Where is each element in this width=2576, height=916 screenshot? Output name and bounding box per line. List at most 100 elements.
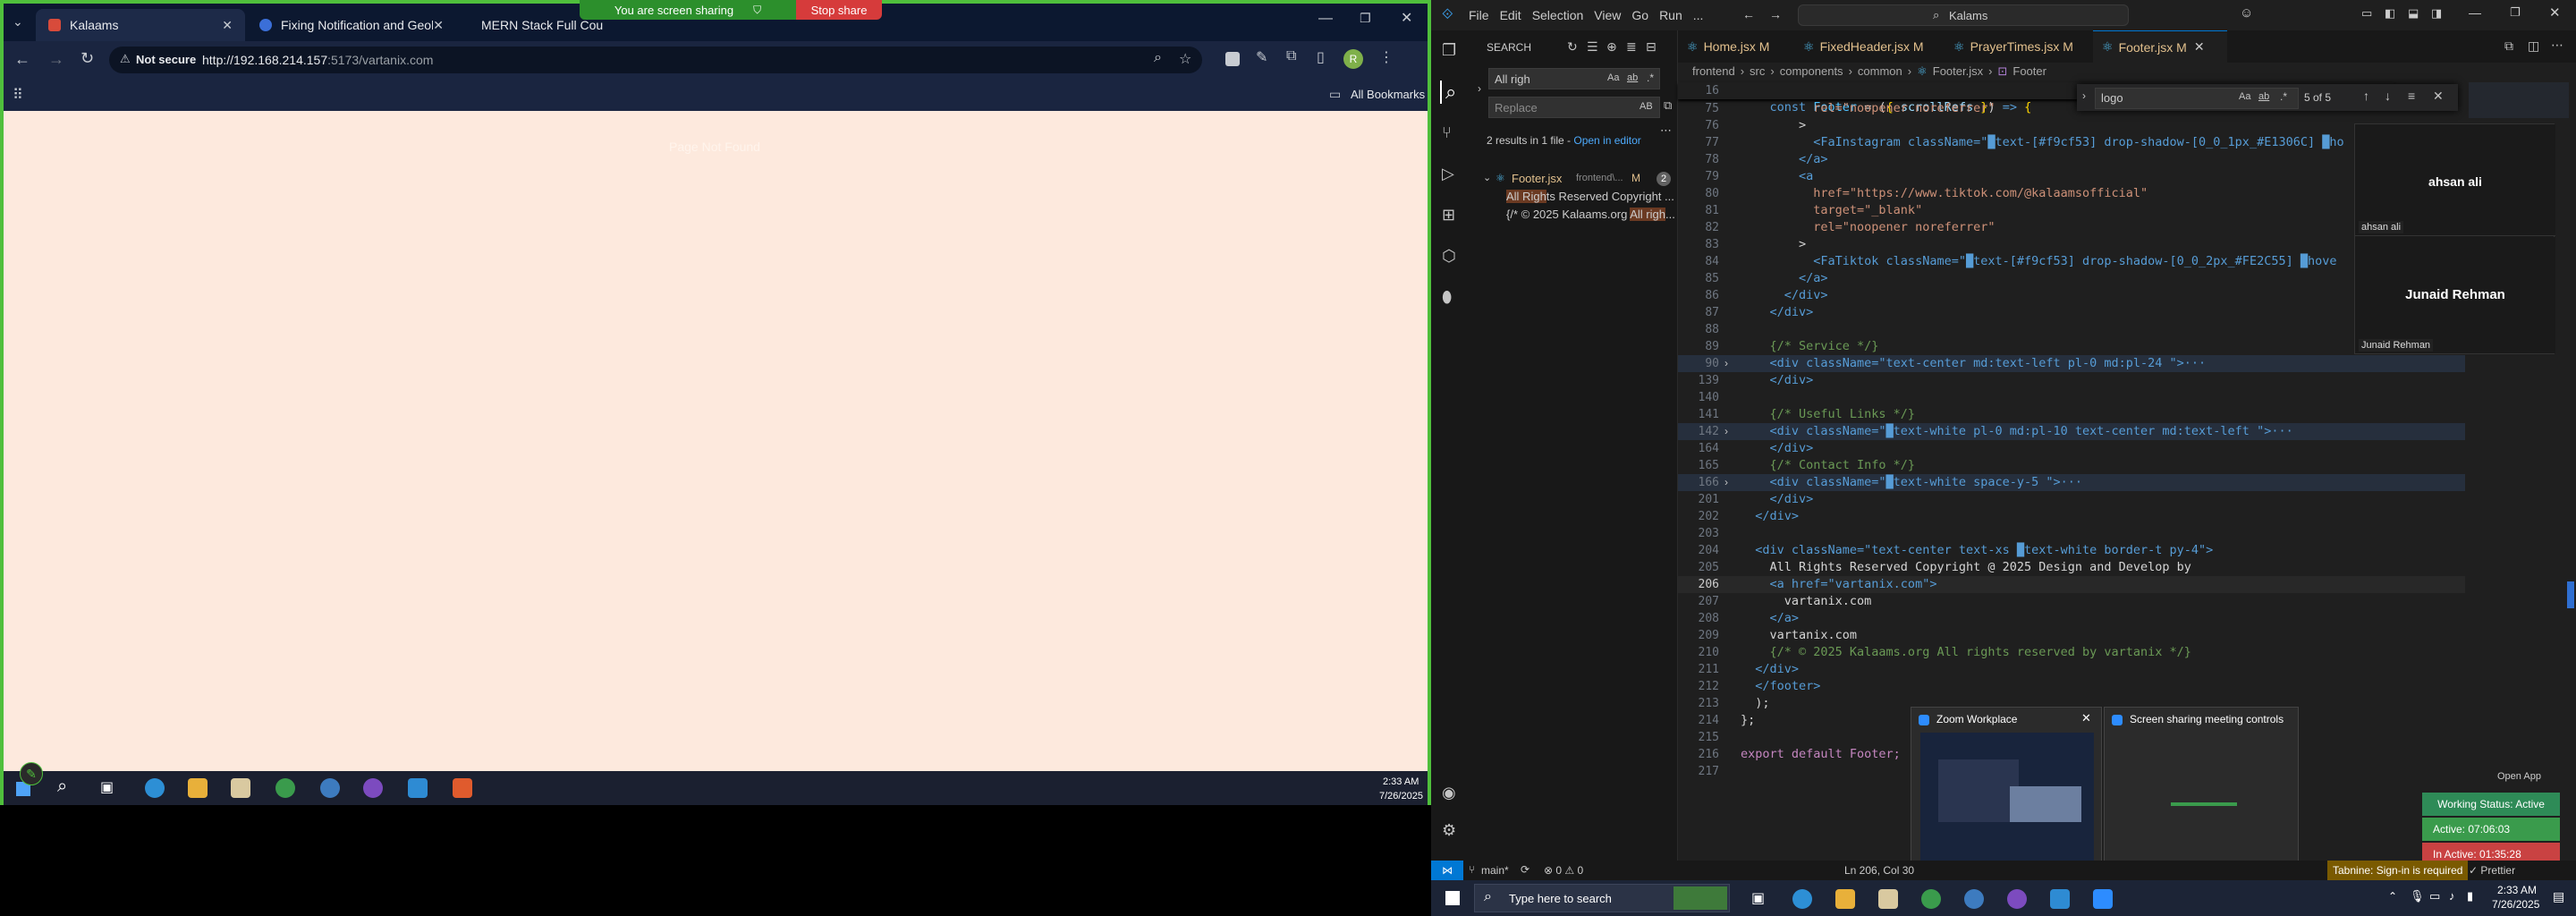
clock-time[interactable]: 2:33 AM (2497, 884, 2537, 896)
code-line[interactable]: 75 rel="noopener noreferrer" (1678, 100, 2465, 117)
windows-start-icon[interactable] (1445, 891, 1460, 905)
code-line[interactable]: 139 </div> (1678, 372, 2465, 389)
tray-chevron-icon[interactable]: ⌃ (2388, 890, 2397, 903)
vscode-icon[interactable] (2050, 889, 2070, 909)
vscode-icon[interactable] (408, 778, 428, 798)
puzzle-icon[interactable]: ⧉ (1286, 48, 1296, 64)
zoom-icon[interactable] (453, 778, 472, 798)
back-icon[interactable]: ← (14, 50, 30, 69)
preserve-case-icon[interactable]: AB (1640, 101, 1653, 112)
code-line[interactable]: 209 vartanix.com (1678, 627, 2465, 644)
toggle-details-icon[interactable]: ⋯ (1660, 123, 1672, 138)
menu-kebab-icon[interactable]: ⋮ (1379, 48, 1394, 66)
nav-forward-icon[interactable]: → (1769, 7, 1782, 21)
code-line[interactable]: 90 › <div className="text-center md:text-… (1678, 355, 2465, 372)
mongodb-leaf-icon[interactable]: ⬮ (1442, 288, 1452, 307)
sidebar-toggle-icon[interactable]: ◧ (2385, 6, 2395, 21)
forward-icon[interactable]: → (48, 50, 64, 69)
remote-icon[interactable]: ⋈ (1431, 861, 1463, 880)
code-line[interactable]: 88 (1678, 321, 2465, 338)
breadcrumb-item[interactable]: Footer (2012, 64, 2046, 82)
menu-selection[interactable]: Selection (1532, 8, 1584, 22)
tab-footer[interactable]: ⚛ Footer.jsx M ✕ (2093, 30, 2227, 63)
code-line[interactable]: 141 {/* Useful Links */} (1678, 406, 2465, 423)
code-line[interactable]: 211 </div> (1678, 661, 2465, 678)
close-icon[interactable]: ✕ (433, 18, 444, 33)
breadcrumb-item[interactable]: src (1750, 64, 1765, 82)
code-line[interactable]: 165 {/* Contact Info */} (1678, 457, 2465, 474)
restore-icon[interactable]: ❐ (2510, 5, 2521, 20)
account-icon[interactable]: ◉ (1442, 784, 1456, 802)
fold-chevron-icon[interactable]: › (1724, 474, 1728, 491)
code-line[interactable]: 204 <div className="text-center text-xs … (1678, 542, 2465, 559)
task-view-icon[interactable]: ▣ (1751, 889, 1765, 907)
github-icon[interactable] (2007, 889, 2027, 909)
network-icon[interactable]: ▭ (2429, 889, 2440, 903)
secondary-sidebar-icon[interactable]: ◨ (2431, 6, 2442, 21)
task-view-icon[interactable]: ▣ (100, 778, 114, 796)
code-line[interactable]: 212 </footer> (1678, 678, 2465, 695)
scrollbar[interactable] (2567, 581, 2574, 608)
participant-tile[interactable]: ahsan ali ahsan ali (2355, 124, 2555, 236)
refresh-icon[interactable]: ↻ (1567, 39, 1578, 55)
code-line[interactable]: 79 <a (1678, 168, 2465, 185)
search-result-item[interactable]: All Rights Reserved Copyright ... (1506, 190, 1676, 208)
menu-view[interactable]: View (1594, 8, 1621, 22)
gear-icon[interactable]: ⚙ (1442, 821, 1456, 840)
editor-split-icon[interactable]: ◫ (2528, 38, 2539, 54)
taskbar-search-input[interactable]: ⌕ Type here to search (1474, 884, 1730, 912)
bookmark-star-icon[interactable]: ☆ (1179, 50, 1191, 68)
close-window-icon[interactable]: ✕ (1401, 9, 1412, 27)
file-explorer-icon[interactable] (1835, 889, 1855, 909)
copilot-icon[interactable]: ☺ (2240, 5, 2253, 21)
chrome-icon[interactable] (275, 778, 295, 798)
sidepanel-icon[interactable]: ▯ (1317, 48, 1325, 66)
fold-chevron-icon[interactable]: › (1724, 355, 1728, 372)
clock-date[interactable]: 7/26/2025 (2492, 898, 2539, 911)
notification-icon[interactable]: ▤ (2553, 889, 2564, 904)
code-line[interactable]: 85 </a> (1678, 270, 2465, 287)
security-label[interactable]: Not secure (136, 53, 196, 66)
code-line[interactable]: 166 › <div className="█text-white space-y… (1678, 474, 2465, 491)
annotate-pen-icon[interactable]: ✎ (20, 762, 43, 785)
code-line[interactable]: 142 › <div className="█text-white pl-0 md… (1678, 423, 2465, 440)
nav-back-icon[interactable]: ← (1742, 7, 1755, 21)
match-case-icon[interactable]: Aa (1607, 72, 1619, 83)
toggle-replace-icon[interactable]: › (1478, 82, 1481, 95)
code-line[interactable]: 208 </a> (1678, 610, 2465, 627)
collapse-all-icon[interactable]: ⊟ (1646, 39, 1657, 55)
close-icon[interactable]: ✕ (2081, 711, 2091, 725)
zoom-search-icon[interactable]: ⌕ (1154, 50, 1162, 66)
code-line[interactable]: 140 (1678, 389, 2465, 406)
result-file-row[interactable]: ⌄ ⚛ Footer.jsx frontend\... M 2 (1481, 170, 1673, 188)
minimap[interactable] (2469, 82, 2569, 118)
menu-go[interactable]: Go (1631, 8, 1648, 22)
all-bookmarks-link[interactable]: All Bookmarks (1351, 88, 1425, 101)
code-line[interactable]: 87 </div> (1678, 304, 2465, 321)
tab-fixedheader[interactable]: ⚛ FixedHeader.jsx M (1794, 30, 1945, 63)
code-line[interactable]: 210 {/* © 2025 Kalaams.org All rights re… (1678, 644, 2465, 661)
more-actions-icon[interactable]: ⋯ (2551, 38, 2563, 53)
minimize-icon[interactable]: — (2469, 5, 2481, 20)
reload-icon[interactable]: ↻ (80, 49, 94, 68)
tab-prayertimes[interactable]: ⚛ PrayerTimes.jsx M (1945, 30, 2093, 63)
panel-toggle-icon[interactable]: ⬓ (2408, 6, 2419, 21)
code-line[interactable]: 164 </div> (1678, 440, 2465, 457)
close-icon[interactable]: ✕ (222, 18, 233, 33)
search-icon[interactable]: ⌕ (1440, 81, 1456, 104)
search-icon[interactable]: ⌕ (57, 776, 67, 797)
replace-all-icon[interactable]: ⧉ (1664, 98, 1672, 113)
open-in-editor-link[interactable]: Open in editor (1573, 134, 1640, 147)
file-explorer-icon[interactable] (188, 778, 208, 798)
tab-search-icon[interactable]: ⌄ (13, 14, 23, 30)
profile-avatar[interactable]: R (1343, 49, 1363, 69)
copilot-chat-icon[interactable]: ⬡ (1442, 247, 1456, 266)
code-line[interactable]: 76 > (1678, 117, 2465, 134)
restore-icon[interactable]: ❐ (1360, 11, 1371, 26)
minimize-icon[interactable]: — (1318, 11, 1333, 27)
menu-more[interactable]: ... (1693, 8, 1704, 22)
explorer-icon[interactable]: ❐ (1442, 41, 1456, 60)
zoom-icon[interactable] (2093, 889, 2113, 909)
prettier-status[interactable]: ✓ Prettier (2469, 864, 2515, 877)
replace-input[interactable]: Replace AB (1488, 97, 1660, 118)
